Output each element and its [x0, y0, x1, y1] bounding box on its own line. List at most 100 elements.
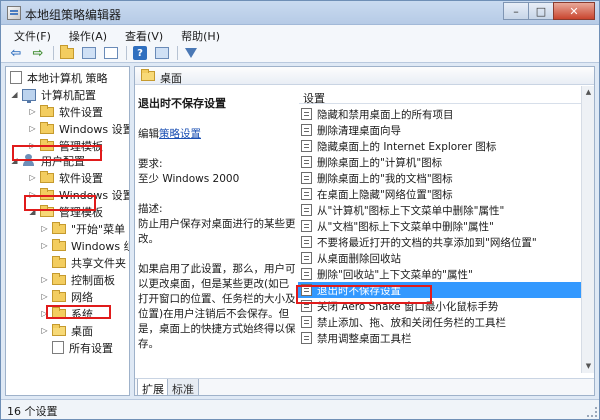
settings-list-icon: [52, 341, 64, 354]
resize-grip-icon[interactable]: [587, 407, 597, 417]
collapsed-arrow-icon[interactable]: ▷: [40, 224, 49, 233]
tree-label: 本地计算机 策略: [27, 71, 108, 85]
folder-icon: [40, 170, 54, 183]
setting-icon: [301, 316, 312, 328]
tree-item-computer-config[interactable]: ◢ 计算机配置: [10, 86, 96, 103]
collapsed-arrow-icon[interactable]: ▷: [40, 292, 49, 301]
scroll-down-icon[interactable]: ▼: [583, 361, 594, 372]
setting-icon: [301, 140, 312, 152]
tree-item-desktop[interactable]: ▷ 桌面: [40, 322, 93, 339]
menu-help[interactable]: 帮助(H): [172, 25, 229, 44]
export-list-button[interactable]: [102, 45, 120, 61]
tree-label: 桌面: [71, 324, 93, 338]
tree-item-cc-windows[interactable]: ▷ Windows 设置: [28, 120, 130, 137]
tree-item-all-settings[interactable]: 所有设置: [52, 339, 113, 356]
setting-row[interactable]: 删除桌面上的"计算机"图标: [298, 154, 582, 170]
menu-file[interactable]: 文件(F): [5, 25, 60, 44]
folder-icon: [52, 272, 66, 285]
gpedit-window: 本地组策略编辑器 – □ ✕ 文件(F) 操作(A) 查看(V) 帮助(H) ⇦…: [0, 0, 600, 420]
help-button[interactable]: ?: [131, 45, 149, 61]
minimize-button[interactable]: –: [503, 2, 529, 20]
setting-description: 退出时不保存设置 编辑策略设置 要求: 至少 Windows 2000 描述: …: [135, 86, 296, 373]
setting-label: 删除桌面上的"我的文档"图标: [317, 172, 453, 185]
setting-label: 删除桌面上的"计算机"图标: [317, 156, 443, 169]
settings-column-header[interactable]: 设置: [299, 86, 584, 105]
collapsed-arrow-icon[interactable]: ▷: [28, 124, 37, 133]
tree-item-windows-components[interactable]: ▷ Windows 组: [40, 237, 129, 254]
collapsed-arrow-icon[interactable]: ▷: [28, 107, 37, 116]
folder-open-icon: [141, 69, 155, 81]
expanded-arrow-icon[interactable]: ◢: [10, 90, 19, 99]
setting-row[interactable]: 在桌面上隐藏"网络位置"图标: [298, 186, 582, 202]
maximize-button[interactable]: □: [528, 2, 554, 20]
folder-open-icon: [52, 323, 66, 336]
tree-item-network[interactable]: ▷ 网络: [40, 288, 93, 305]
details-header: 桌面: [135, 67, 594, 85]
tab-extended[interactable]: 扩展: [137, 379, 169, 395]
title-bar[interactable]: 本地组策略编辑器 – □ ✕: [1, 1, 599, 25]
folder-icon: [40, 121, 54, 134]
tree-item-root[interactable]: 本地计算机 策略: [10, 69, 108, 86]
status-text: 16 个设置: [7, 405, 58, 418]
edit-policy-link[interactable]: 策略设置: [159, 128, 201, 140]
tree-item-start-menu[interactable]: ▷ "开始"菜单: [40, 220, 125, 237]
tab-standard[interactable]: 标准: [167, 379, 199, 395]
up-folder-button[interactable]: [58, 44, 76, 61]
setting-row[interactable]: 隐藏和禁用桌面上的所有项目: [298, 106, 582, 122]
policy-tree[interactable]: 本地计算机 策略 ◢ 计算机配置 ▷ 软件设置 ▷ Windows 设置 ▷ 管…: [5, 66, 130, 396]
edit-prefix: 编辑: [138, 128, 159, 140]
setting-row[interactable]: 禁用调整桌面工具栏: [298, 330, 582, 346]
setting-label: 删除清理桌面向导: [317, 124, 401, 137]
setting-row[interactable]: 从"文档"图标上下文菜单中删除"属性": [298, 218, 582, 234]
requirements: 要求: 至少 Windows 2000: [138, 157, 296, 187]
setting-row[interactable]: 删除桌面上的"我的文档"图标: [298, 170, 582, 186]
collapsed-arrow-icon[interactable]: ▷: [40, 275, 49, 284]
setting-row[interactable]: 不要将最近打开的文档的共享添加到"网络位置": [298, 234, 582, 250]
show-hide-tree-button[interactable]: [80, 45, 98, 61]
show-hide-tree-icon: [82, 47, 96, 59]
tree-item-shared-folders[interactable]: 共享文件夹: [52, 254, 126, 271]
folder-icon: [40, 104, 54, 117]
properties-button[interactable]: [153, 45, 171, 61]
back-button[interactable]: ⇦: [7, 45, 25, 61]
forward-button[interactable]: ⇨: [29, 45, 47, 61]
setting-icon: [301, 124, 312, 136]
setting-row[interactable]: 从桌面删除回收站: [298, 250, 582, 266]
setting-row[interactable]: 隐藏桌面上的 Internet Explorer 图标: [298, 138, 582, 154]
menu-bar: 文件(F) 操作(A) 查看(V) 帮助(H): [1, 25, 599, 44]
filter-icon: [185, 48, 197, 58]
setting-row[interactable]: 删除清理桌面向导: [298, 122, 582, 138]
requirements-value: 至少 Windows 2000: [138, 173, 240, 185]
highlight-box-user-config: [12, 145, 102, 161]
highlight-box-desktop: [46, 305, 111, 319]
setting-label: 不要将最近打开的文档的共享添加到"网络位置": [317, 236, 537, 249]
setting-row[interactable]: 禁止添加、拖、放和关闭任务栏的工具栏: [298, 314, 582, 330]
description-label: 描述:: [138, 203, 163, 215]
tree-item-control-panel[interactable]: ▷ 控制面板: [40, 271, 115, 288]
collapsed-arrow-icon[interactable]: ▷: [28, 173, 37, 182]
setting-row[interactable]: 从"计算机"图标上下文菜单中删除"属性": [298, 202, 582, 218]
folder-icon: [52, 238, 66, 251]
description-text: 防止用户保存对桌面进行的某些更改。: [138, 218, 296, 245]
toolbar: ⇦ ⇨ ?: [1, 44, 599, 63]
setting-label: 从"计算机"图标上下文菜单中删除"属性": [317, 204, 505, 217]
up-folder-icon: [60, 44, 74, 59]
scroll-up-icon[interactable]: ▲: [583, 87, 594, 98]
toolbar-separator: [53, 46, 54, 60]
menu-view[interactable]: 查看(V): [116, 25, 172, 44]
setting-row[interactable]: 删除"回收站"上下文菜单的"属性": [298, 266, 582, 282]
tree-item-uc-software[interactable]: ▷ 软件设置: [28, 169, 103, 186]
setting-title: 退出时不保存设置: [138, 97, 226, 110]
tree-label: 所有设置: [69, 341, 113, 355]
collapsed-arrow-icon[interactable]: ▷: [40, 326, 49, 335]
setting-icon: [301, 252, 312, 264]
settings-list: 隐藏和禁用桌面上的所有项目 删除清理桌面向导 隐藏桌面上的 Internet E…: [298, 106, 582, 346]
close-button[interactable]: ✕: [553, 2, 595, 20]
tree-label: Windows 设置: [59, 122, 130, 136]
tree-item-cc-software[interactable]: ▷ 软件设置: [28, 103, 103, 120]
highlight-box-admin-templates: [24, 195, 96, 211]
menu-action[interactable]: 操作(A): [60, 25, 116, 44]
filter-button[interactable]: [182, 45, 200, 61]
collapsed-arrow-icon[interactable]: ▷: [40, 241, 49, 250]
vertical-scrollbar[interactable]: ▲ ▼: [581, 86, 594, 373]
